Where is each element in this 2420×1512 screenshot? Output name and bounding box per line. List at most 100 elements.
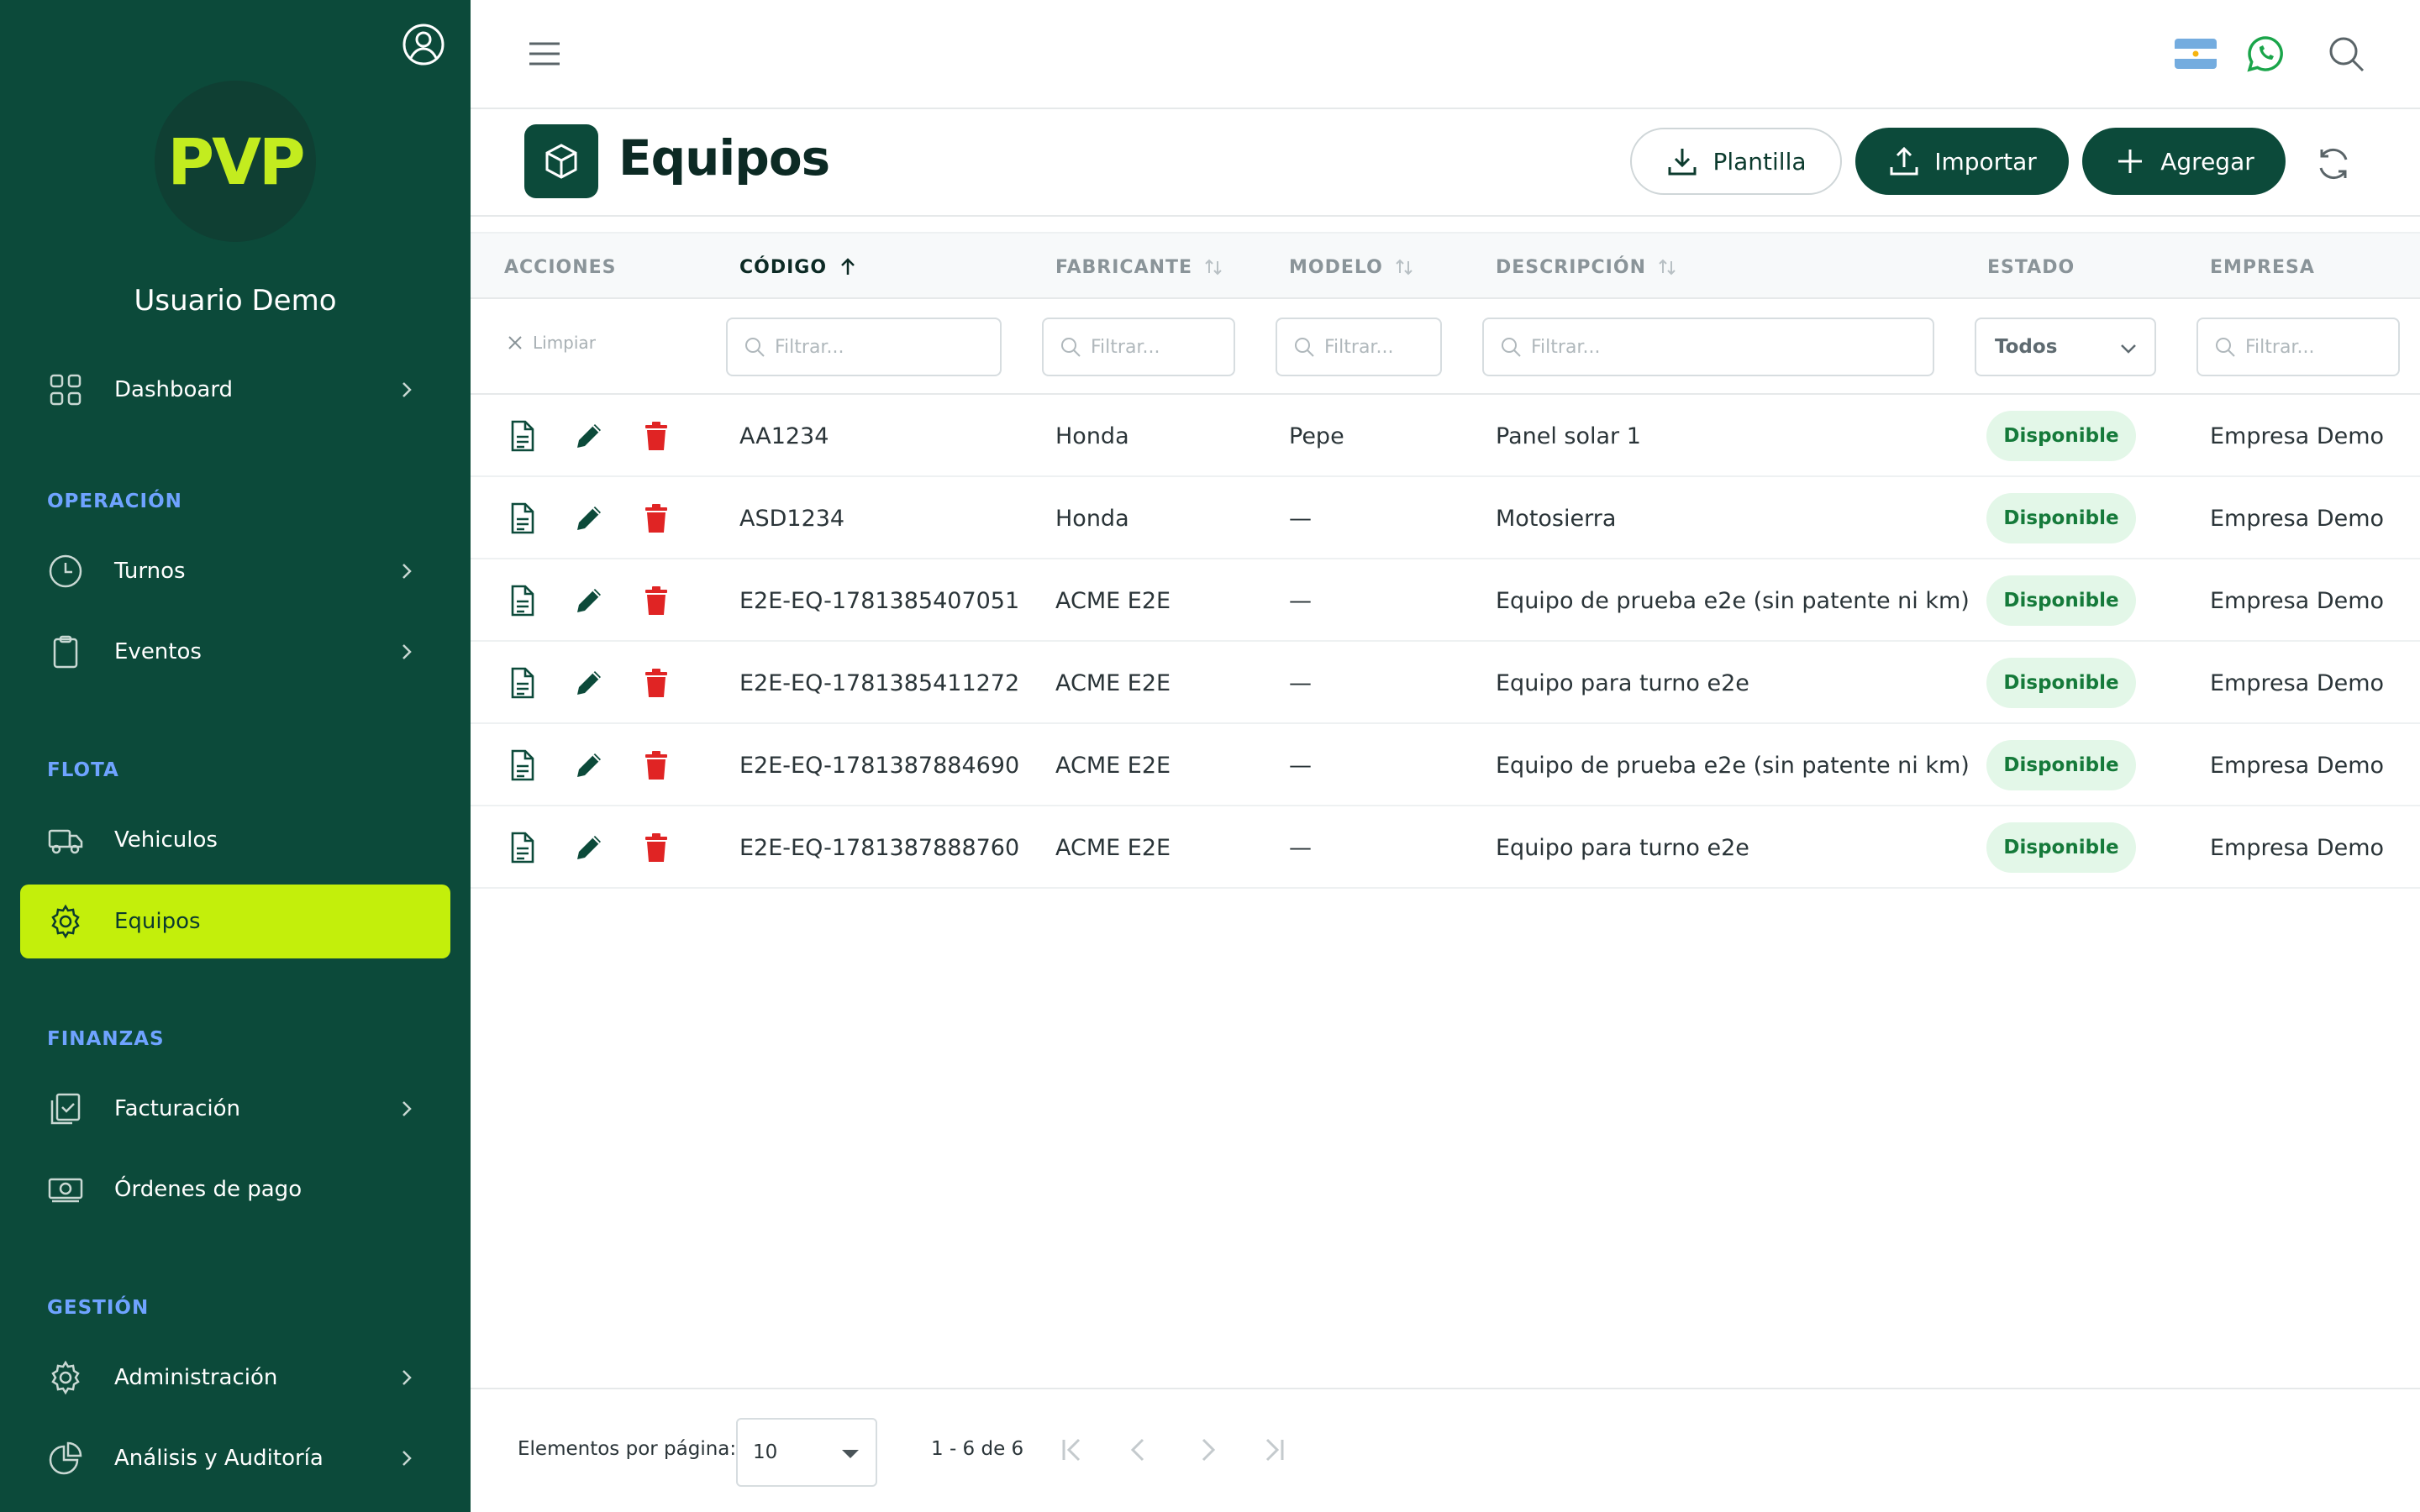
- cell-modelo: —: [1289, 505, 1312, 532]
- search-icon[interactable]: [2326, 34, 2366, 74]
- edit-pencil-icon[interactable]: [571, 748, 607, 783]
- chevron-down-icon: [2121, 344, 2136, 354]
- refresh-icon[interactable]: [2314, 144, 2353, 183]
- chevron-right-icon: [402, 382, 412, 397]
- sidebar-item-ordenes[interactable]: Órdenes de pago: [20, 1152, 450, 1226]
- cell-modelo: Pepe: [1289, 423, 1344, 449]
- filter-placeholder: Filtrar...: [2245, 336, 2315, 358]
- cell-empresa: Empresa Demo: [2210, 423, 2385, 449]
- column-fabricante[interactable]: FABRICANTE: [1055, 234, 1224, 301]
- sidebar-item-label: Administración: [114, 1365, 278, 1390]
- sidebar-item-label: Órdenes de pago: [114, 1177, 302, 1202]
- plantilla-button[interactable]: Plantilla: [1630, 128, 1842, 195]
- first-page-icon[interactable]: [1055, 1433, 1089, 1467]
- importar-button-label: Importar: [1934, 147, 2037, 176]
- filter-placeholder: Filtrar...: [1091, 336, 1160, 358]
- edit-pencil-icon[interactable]: [571, 501, 607, 536]
- filter-estado-select[interactable]: Todos: [1975, 318, 2156, 376]
- cell-descripcion: Equipo para turno e2e: [1496, 834, 1749, 861]
- filter-codigo-input[interactable]: Filtrar...: [726, 318, 1002, 376]
- whatsapp-icon[interactable]: [2245, 34, 2286, 74]
- column-estado: ESTADO: [1987, 234, 2075, 301]
- importar-button[interactable]: Importar: [1855, 128, 2069, 195]
- cell-empresa: Empresa Demo: [2210, 669, 2385, 696]
- trash-icon[interactable]: [639, 418, 674, 454]
- argentina-flag-icon[interactable]: [2175, 39, 2217, 69]
- cell-fabricante: ACME E2E: [1055, 587, 1171, 614]
- top-bar: [471, 0, 2420, 109]
- cell-fabricante: Honda: [1055, 423, 1129, 449]
- sidebar-item-dashboard[interactable]: Dashboard: [20, 353, 450, 427]
- sidebar-item-vehiculos[interactable]: Vehiculos: [20, 803, 450, 877]
- per-page-value: 10: [753, 1441, 778, 1463]
- table-row: E2E-EQ-1781387884690 ACME E2E — Equipo de p…: [471, 724, 2420, 806]
- edit-pencil-icon[interactable]: [571, 418, 607, 454]
- column-descripcion[interactable]: DESCRIPCIÓN: [1496, 234, 1678, 301]
- column-codigo[interactable]: CÓDIGO: [739, 234, 859, 301]
- sidebar-item-turnos[interactable]: Turnos: [20, 534, 450, 608]
- trash-icon[interactable]: [639, 830, 674, 865]
- column-acciones: ACCIONES: [504, 234, 617, 301]
- cell-descripcion: Equipo para turno e2e: [1496, 669, 1749, 696]
- column-modelo[interactable]: MODELO: [1289, 234, 1415, 301]
- user-name: Usuario Demo: [134, 284, 337, 318]
- status-badge: Disponible: [1986, 822, 2136, 873]
- edit-pencil-icon[interactable]: [571, 830, 607, 865]
- prev-page-icon[interactable]: [1123, 1433, 1156, 1467]
- document-icon[interactable]: [504, 501, 539, 536]
- last-page-icon[interactable]: [1257, 1433, 1291, 1467]
- edit-pencil-icon[interactable]: [571, 665, 607, 701]
- trash-icon[interactable]: [639, 501, 674, 536]
- filter-descripcion-input[interactable]: Filtrar...: [1482, 318, 1934, 376]
- document-icon[interactable]: [504, 583, 539, 618]
- filter-modelo-input[interactable]: Filtrar...: [1276, 318, 1442, 376]
- plus-icon: [2118, 150, 2143, 173]
- cell-fabricante: ACME E2E: [1055, 834, 1171, 861]
- trash-icon[interactable]: [639, 748, 674, 783]
- close-icon: [508, 336, 522, 349]
- sidebar-item-equipos[interactable]: Equipos: [20, 885, 450, 958]
- document-icon[interactable]: [504, 748, 539, 783]
- per-page-select[interactable]: 10: [736, 1418, 877, 1487]
- truck-icon: [48, 829, 83, 854]
- filter-empresa-input[interactable]: Filtrar...: [2196, 318, 2400, 376]
- cell-codigo: E2E-EQ-1781385411272: [739, 669, 1020, 696]
- cell-modelo: —: [1289, 669, 1312, 696]
- sidebar-item-label: Facturación: [114, 1096, 240, 1121]
- sidebar-item-administracion[interactable]: Administración: [20, 1341, 450, 1415]
- cell-empresa: Empresa Demo: [2210, 505, 2385, 532]
- table-row: AA1234 Honda Pepe Panel solar 1 Disponible Em…: [471, 395, 2420, 477]
- clock-icon: [49, 554, 82, 588]
- sidebar-item-analisis[interactable]: Análisis y Auditoría: [20, 1421, 450, 1495]
- cube-icon: [524, 124, 598, 198]
- status-badge: Disponible: [1986, 493, 2136, 543]
- next-page-icon[interactable]: [1190, 1433, 1223, 1467]
- menu-icon[interactable]: [528, 39, 561, 69]
- chevron-right-icon: [402, 644, 412, 659]
- trash-icon[interactable]: [639, 583, 674, 618]
- cell-empresa: Empresa Demo: [2210, 752, 2385, 779]
- page-header: Equipos Plantilla Importar Agregar: [471, 111, 2420, 217]
- chevron-right-icon: [402, 564, 412, 579]
- sidebar-item-eventos[interactable]: Eventos: [20, 615, 450, 689]
- agregar-button[interactable]: Agregar: [2082, 128, 2286, 195]
- document-icon[interactable]: [504, 665, 539, 701]
- trash-icon[interactable]: [639, 665, 674, 701]
- document-icon[interactable]: [504, 418, 539, 454]
- chevron-right-icon: [402, 1451, 412, 1466]
- sidebar-item-label: Análisis y Auditoría: [114, 1446, 324, 1471]
- clear-filters-button[interactable]: Limpiar: [506, 333, 596, 353]
- user-profile-icon[interactable]: [401, 22, 446, 67]
- column-label: ACCIONES: [504, 256, 617, 278]
- download-icon: [1668, 149, 1697, 176]
- status-badge: Disponible: [1986, 575, 2136, 626]
- table-row: E2E-EQ-1781385407051 ACME E2E — Equipo de p…: [471, 559, 2420, 642]
- sidebar-item-label: Turnos: [114, 559, 186, 584]
- column-label: MODELO: [1289, 256, 1383, 278]
- edit-pencil-icon[interactable]: [571, 583, 607, 618]
- cell-codigo: AA1234: [739, 423, 829, 449]
- document-icon[interactable]: [504, 830, 539, 865]
- section-label-flota: FLOTA: [47, 759, 119, 781]
- sidebar-item-facturacion[interactable]: Facturación: [20, 1072, 450, 1146]
- filter-fabricante-input[interactable]: Filtrar...: [1042, 318, 1235, 376]
